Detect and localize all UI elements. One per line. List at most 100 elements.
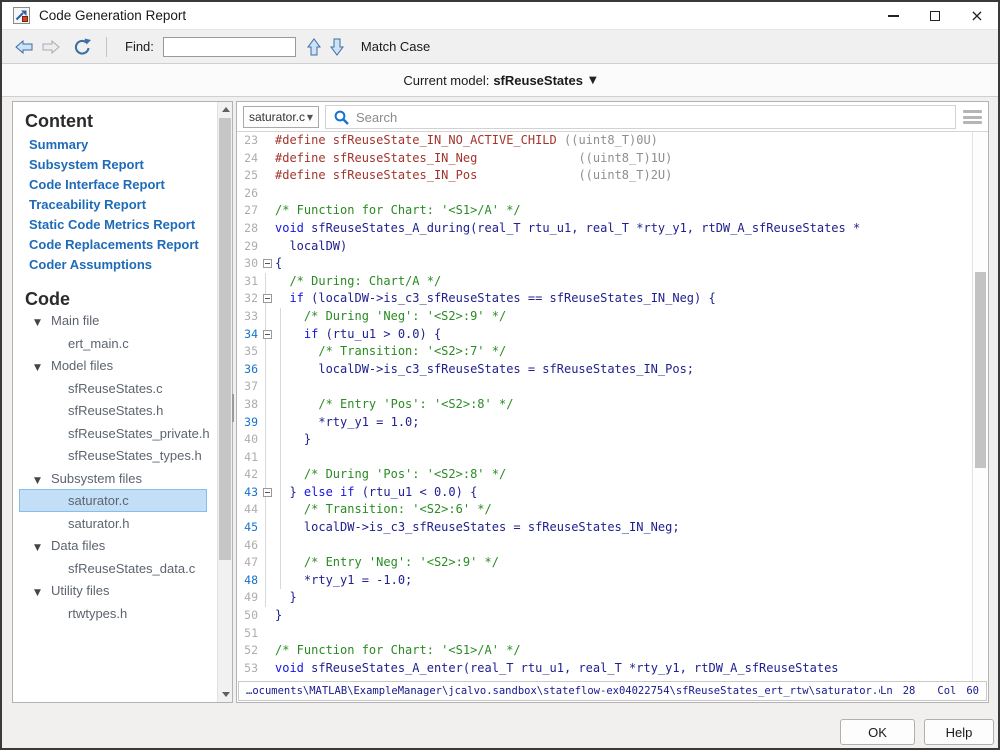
line-number-highlighted[interactable]: 36 (237, 361, 261, 379)
code-scrollbar[interactable] (972, 132, 988, 681)
content-link-static-code-metrics-report[interactable]: Static Code Metrics Report (13, 215, 217, 235)
line-number-highlighted[interactable]: 34 (237, 326, 261, 344)
code-line[interactable]: 43 } else if (rtu_u1 < 0.0) { (237, 484, 972, 502)
tree-item-sfreusestates-c[interactable]: sfReuseStates.c (19, 377, 207, 400)
tree-item-saturator-h[interactable]: saturator.h (19, 512, 207, 535)
code-line[interactable]: 28void sfReuseStates_A_during(real_T rtu… (237, 220, 972, 238)
code-line[interactable]: 26 (237, 185, 972, 203)
code-line[interactable]: 34 if (rtu_u1 > 0.0) { (237, 326, 972, 344)
code-line[interactable]: 40 } (237, 431, 972, 449)
code-editor-area[interactable]: 23#define sfReuseState_IN_NO_ACTIVE_CHIL… (237, 132, 972, 681)
code-line[interactable]: 32 if (localDW->is_c3_sfReuseStates == s… (237, 290, 972, 308)
code-line[interactable]: 53void sfReuseStates_A_enter(real_T rtu_… (237, 660, 972, 678)
tree-collapse-icon[interactable]: ▼ (34, 313, 46, 334)
content-link-code-replacements-report[interactable]: Code Replacements Report (13, 235, 217, 255)
code-line[interactable]: 38 /* Entry 'Pos': '<S2>:8' */ (237, 396, 972, 414)
content-link-traceability-report[interactable]: Traceability Report (13, 195, 217, 215)
find-previous-button[interactable] (307, 38, 321, 56)
close-button[interactable]: × (956, 2, 998, 30)
tree-item-sfreusestates-h[interactable]: sfReuseStates.h (19, 399, 207, 422)
code-line[interactable]: 30{ (237, 255, 972, 273)
content-link-code-interface-report[interactable]: Code Interface Report (13, 175, 217, 195)
scroll-down-button[interactable] (218, 687, 233, 702)
refresh-button[interactable] (73, 38, 92, 55)
line-number: 40 (237, 431, 261, 449)
code-line[interactable]: 41 (237, 449, 972, 467)
line-number-highlighted[interactable]: 48 (237, 572, 261, 590)
tree-item-sfreusestates-private-h[interactable]: sfReuseStates_private.h (19, 422, 207, 445)
code-line[interactable]: 37 (237, 378, 972, 396)
code-text: /* During: Chart/A */ (275, 273, 441, 291)
code-fold-icon[interactable] (263, 294, 272, 303)
code-line[interactable]: 25#define sfReuseStates_IN_Pos ((uint8_T… (237, 167, 972, 185)
tree-item-utility-files[interactable]: ▼Utility files (19, 579, 207, 602)
code-scroll-thumb[interactable] (975, 272, 986, 468)
tree-item-saturator-c[interactable]: saturator.c (19, 489, 207, 512)
code-fold-icon[interactable] (263, 488, 272, 497)
find-next-button[interactable] (330, 38, 344, 56)
code-line[interactable]: 35 /* Transition: '<S2>:7' */ (237, 343, 972, 361)
tree-item-subsystem-files[interactable]: ▼ Subsystem files (19, 467, 207, 490)
code-line[interactable]: 48 *rty_y1 = -1.0; (237, 572, 972, 590)
tree-item-data-files[interactable]: ▼Data files (19, 534, 207, 557)
code-line[interactable]: 49 } (237, 589, 972, 607)
find-input[interactable] (163, 37, 296, 57)
file-selector-dropdown[interactable]: saturator.c ▼ (243, 106, 319, 128)
code-fold-icon[interactable] (263, 259, 272, 268)
code-line[interactable]: 39 *rty_y1 = 1.0; (237, 414, 972, 432)
code-line[interactable]: 27/* Function for Chart: '<S1>/A' */ (237, 202, 972, 220)
panel-splitter-grip[interactable] (232, 394, 234, 422)
ok-button[interactable]: OK (840, 719, 915, 745)
current-model-name[interactable]: sfReuseStates (493, 73, 583, 88)
tree-item-sfreusestates-types-h[interactable]: sfReuseStates_types.h (19, 444, 207, 467)
scroll-up-button[interactable] (218, 102, 233, 117)
code-line[interactable]: 29 localDW) (237, 238, 972, 256)
content-link-summary[interactable]: Summary (13, 135, 217, 155)
code-line[interactable]: 44 /* Transition: '<S2>:6' */ (237, 501, 972, 519)
tree-item-model-files[interactable]: ▼Model files (19, 354, 207, 377)
tree-collapse-icon[interactable]: ▼ (34, 471, 46, 492)
code-search-input[interactable]: Search (325, 105, 956, 129)
current-model-caret-icon[interactable]: ▼ (589, 75, 597, 86)
match-case-toggle[interactable]: Match Case (361, 39, 430, 54)
sidebar-scrollbar[interactable] (217, 102, 232, 702)
tree-collapse-icon[interactable]: ▼ (34, 358, 46, 379)
line-number: 27 (237, 202, 261, 220)
line-number-highlighted[interactable]: 39 (237, 414, 261, 432)
tree-item-main-file[interactable]: ▼Main file (19, 309, 207, 332)
line-number-highlighted[interactable]: 45 (237, 519, 261, 537)
code-line[interactable]: 51 (237, 625, 972, 643)
minimize-button[interactable] (872, 2, 914, 30)
column-label: Col (937, 685, 956, 697)
code-line[interactable]: 47 /* Entry 'Neg': '<S2>:9' */ (237, 554, 972, 572)
tree-item-ert-main-c[interactable]: ert_main.c (19, 332, 207, 355)
code-line[interactable]: 42 /* During 'Pos': '<S2>:8' */ (237, 466, 972, 484)
tree-collapse-icon[interactable]: ▼ (34, 538, 46, 559)
forward-button[interactable] (42, 40, 60, 54)
code-line[interactable]: 23#define sfReuseState_IN_NO_ACTIVE_CHIL… (237, 132, 972, 150)
code-text: *rty_y1 = -1.0; (275, 572, 412, 590)
content-link-subsystem-report[interactable]: Subsystem Report (13, 155, 217, 175)
back-button[interactable] (15, 40, 33, 54)
code-line[interactable]: 46 (237, 537, 972, 555)
code-line[interactable]: 33 /* During 'Neg': '<S2>:9' */ (237, 308, 972, 326)
tree-collapse-icon[interactable]: ▼ (34, 583, 46, 604)
maximize-button[interactable] (914, 2, 956, 30)
content-link-coder-assumptions[interactable]: Coder Assumptions (13, 255, 217, 275)
sidebar-scroll-thumb[interactable] (219, 118, 231, 560)
line-number-highlighted[interactable]: 43 (237, 484, 261, 502)
code-line[interactable]: 45 localDW->is_c3_sfReuseStates = sfReus… (237, 519, 972, 537)
help-button[interactable]: Help (924, 719, 994, 745)
code-line[interactable]: 50} (237, 607, 972, 625)
window-title: Code Generation Report (39, 2, 186, 30)
hamburger-menu-icon[interactable] (963, 110, 982, 124)
tree-item-label: Subsystem files (51, 471, 142, 486)
code-line[interactable]: 24#define sfReuseStates_IN_Neg ((uint8_T… (237, 150, 972, 168)
code-line[interactable]: 36 localDW->is_c3_sfReuseStates = sfReus… (237, 361, 972, 379)
code-line[interactable]: 31 /* During: Chart/A */ (237, 273, 972, 291)
code-fold-icon[interactable] (263, 330, 272, 339)
code-text: void sfReuseStates_A_during(real_T rtu_u… (275, 220, 860, 238)
tree-item-sfreusestates-data-c[interactable]: sfReuseStates_data.c (19, 557, 207, 580)
tree-item-rtwtypes-h[interactable]: rtwtypes.h (19, 602, 207, 625)
code-line[interactable]: 52/* Function for Chart: '<S1>/A' */ (237, 642, 972, 660)
